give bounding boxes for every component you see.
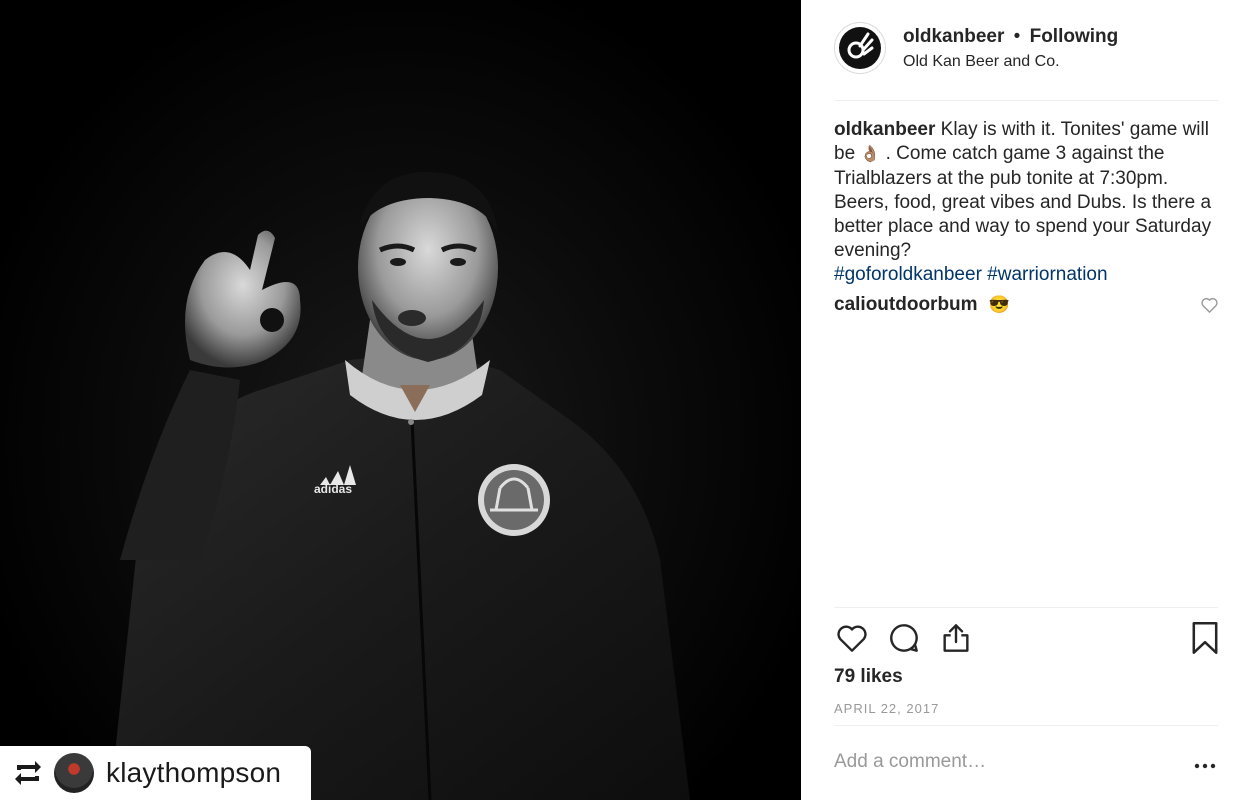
caption-text-2: . Come catch game 3 against the Trialbla… (834, 143, 1212, 261)
share-icon[interactable] (938, 620, 974, 656)
warriors-badge (478, 464, 550, 536)
like-heart-icon[interactable] (834, 620, 870, 656)
post-header: oldkanbeer • Following Old Kan Beer and … (834, 22, 1218, 100)
oldkanbeer-logo-icon (839, 27, 881, 69)
post-actions (834, 620, 1218, 656)
post-caption: oldkanbeer Klay is with it. Tonites' gam… (834, 118, 1224, 287)
author-avatar[interactable] (834, 22, 886, 74)
hashtag-link[interactable]: #warriornation (987, 264, 1107, 285)
hashtag-link[interactable]: #goforoldkanbeer (834, 264, 982, 285)
player-illustration: adidas (110, 171, 690, 800)
composer-divider (834, 725, 1218, 726)
comment-item: calioutdoorbum 😎 (834, 294, 1218, 318)
comment-text: 😎 (988, 295, 1011, 314)
add-comment-input[interactable]: Add a comment… (834, 751, 986, 773)
jersey-brand-text: adidas (314, 482, 352, 496)
repost-username[interactable]: klaythompson (106, 757, 281, 789)
actions-divider (834, 607, 1218, 608)
caption-username[interactable]: oldkanbeer (834, 119, 935, 140)
caption-emoji: 👌🏽 (860, 146, 881, 163)
post-date[interactable]: APRIL 22, 2017 (834, 701, 939, 716)
comment-username[interactable]: calioutdoorbum (834, 294, 978, 315)
repost-badge[interactable]: klaythompson (0, 746, 311, 800)
likes-count[interactable]: 79 likes (834, 666, 903, 688)
author-username[interactable]: oldkanbeer (903, 26, 1004, 47)
bookmark-icon[interactable] (1187, 620, 1223, 656)
post-photo[interactable]: adidas klaythompson (0, 0, 801, 800)
ellipsis-icon (1194, 763, 1216, 769)
following-button[interactable]: Following (1030, 26, 1119, 47)
header-separator: • (1013, 26, 1021, 47)
post-location[interactable]: Old Kan Beer and Co. (903, 53, 1060, 71)
post-details-panel: oldkanbeer • Following Old Kan Beer and … (801, 0, 1248, 800)
more-options-icon[interactable] (1194, 757, 1216, 775)
header-divider (834, 100, 1218, 101)
comment-bubble-icon[interactable] (886, 620, 922, 656)
repost-icon (12, 759, 44, 787)
comment-like-heart-icon[interactable] (1201, 297, 1218, 319)
repost-avatar[interactable] (54, 753, 94, 793)
